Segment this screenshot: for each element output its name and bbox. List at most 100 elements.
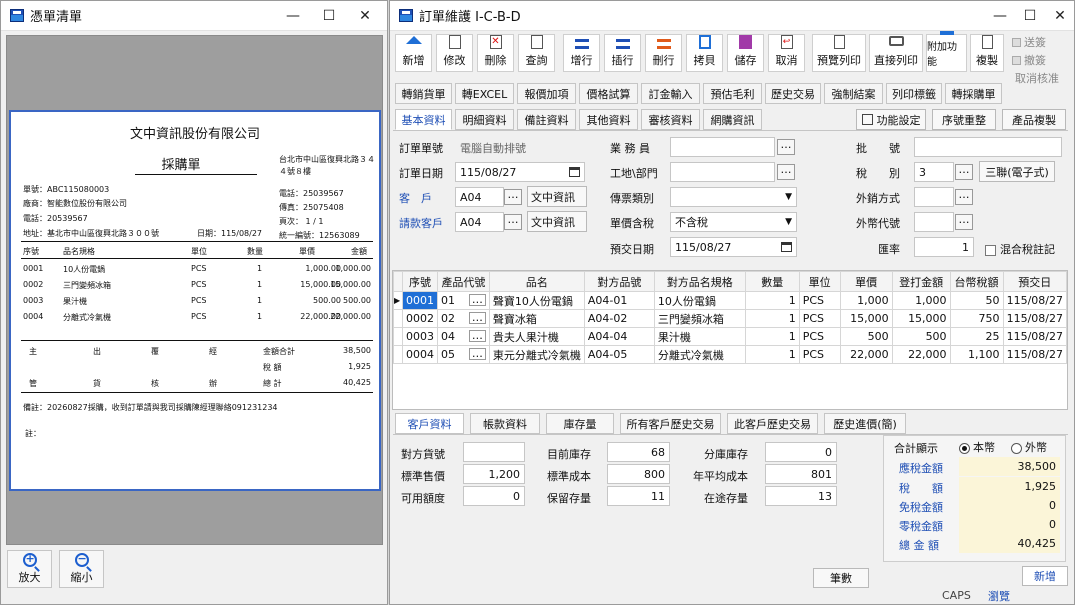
customer-code-field[interactable]: A04 xyxy=(455,187,504,207)
grid-cell[interactable]: 1,000 xyxy=(891,291,951,310)
withdraw-sign-button[interactable]: 撤簽 xyxy=(1012,52,1046,68)
grid-cell[interactable]: 22,000 xyxy=(839,345,893,364)
grid-cell[interactable]: 04… xyxy=(436,327,490,346)
grid-cell[interactable]: 1,100 xyxy=(949,345,1004,364)
minimize-button[interactable]: — xyxy=(275,1,311,31)
grid-cell[interactable]: PCS xyxy=(798,291,841,310)
zoom-in-button[interactable]: + 放大 xyxy=(7,550,52,588)
grid-cell[interactable]: PCS xyxy=(798,345,841,364)
grid-header[interactable]: 台幣稅額 xyxy=(949,271,1004,292)
grid-cell[interactable]: A04-01 xyxy=(583,291,655,310)
mode-new-button[interactable]: 新增 xyxy=(1022,566,1068,586)
site-field[interactable] xyxy=(670,162,775,182)
duplicate-button[interactable]: 複製 xyxy=(970,34,1004,72)
close-button[interactable]: ✕ xyxy=(1042,1,1075,31)
grid-cell[interactable]: 25 xyxy=(949,327,1004,346)
tax-type-lookup-button[interactable]: … xyxy=(955,164,973,180)
sales-lookup-button[interactable]: … xyxy=(777,139,795,155)
grid-cell[interactable]: 115/08/27 xyxy=(1002,291,1068,310)
foreign-currency-radio[interactable]: 外幣 xyxy=(1011,439,1047,455)
maximize-button[interactable]: ☐ xyxy=(311,1,347,31)
func-tab[interactable]: 歷史交易 xyxy=(765,83,821,104)
grid-header[interactable]: 對方品名規格 xyxy=(653,271,746,292)
bill-customer-name-field[interactable]: 文中資訊 xyxy=(527,211,587,232)
zoom-out-button[interactable]: − 縮小 xyxy=(59,550,104,588)
export-lookup-button[interactable]: … xyxy=(955,189,973,205)
grid-cell[interactable]: 1 xyxy=(744,345,800,364)
func-tab[interactable]: 轉銷貨單 xyxy=(395,83,452,104)
grid-cell[interactable]: 0003 xyxy=(401,327,438,346)
func-tab[interactable]: 預估毛利 xyxy=(703,83,762,104)
function-settings-button[interactable]: 功能設定 xyxy=(856,109,926,130)
export-field[interactable] xyxy=(914,187,954,207)
table-row[interactable]: 0003 04 … 貴夫人果汁機 A04-04 果汁機 1 PCS 500 500… xyxy=(393,327,1068,346)
price-tax-select[interactable]: 不含稅 ▼ xyxy=(670,212,797,232)
grid-cell[interactable]: 500 xyxy=(839,327,893,346)
rate-field[interactable]: 1 xyxy=(914,237,974,257)
func-tab[interactable]: 轉EXCEL xyxy=(455,83,514,104)
grid-cell[interactable]: A04-05 xyxy=(583,345,655,364)
grid-cell[interactable]: 三門變頻冰箱 xyxy=(653,309,746,328)
product-lookup-button[interactable]: … xyxy=(468,294,486,306)
tab-other[interactable]: 其他資料 xyxy=(579,109,638,130)
tab-customer-data[interactable]: 客戶資料 xyxy=(395,413,464,434)
bill-customer-lookup-button[interactable]: … xyxy=(504,214,522,230)
currency-lookup-button[interactable]: … xyxy=(955,214,973,230)
grid-cell[interactable]: A04-02 xyxy=(583,309,655,328)
bill-customer-code-field[interactable]: A04 xyxy=(455,212,504,232)
product-lookup-button[interactable]: … xyxy=(468,348,486,360)
order-detail-grid[interactable]: 序號 產品代號 品名 對方品號 對方品名規格 數量 單位 單價 登打金額 台幣稅… xyxy=(392,270,1068,410)
insert-row-button[interactable]: 插行 xyxy=(604,34,641,72)
batch-field[interactable] xyxy=(914,137,1062,157)
tab-detail[interactable]: 明細資料 xyxy=(455,109,514,130)
grid-cell[interactable]: 15,000 xyxy=(839,309,893,328)
print-preview-button[interactable]: 預覽列印 xyxy=(812,34,866,72)
grid-cell[interactable]: 50 xyxy=(949,291,1004,310)
calendar-icon[interactable] xyxy=(569,167,580,177)
grid-cell[interactable]: 1,000 xyxy=(839,291,893,310)
tax-type-code-field[interactable]: 3 xyxy=(914,162,954,182)
grid-cell[interactable]: A04-04 xyxy=(583,327,655,346)
direct-print-button[interactable]: 直接列印 xyxy=(869,34,923,72)
table-row[interactable]: 0002 02 … 聲寶冰箱 A04-02 三門變頻冰箱 1 PCS 15,000… xyxy=(393,309,1068,328)
grid-header[interactable]: 品名 xyxy=(488,271,585,292)
grid-cell[interactable]: 10人份電鍋 xyxy=(653,291,746,310)
local-currency-radio[interactable]: 本幣 xyxy=(959,439,995,455)
delete-button[interactable]: ✕ 刪除 xyxy=(477,34,514,72)
product-copy-button[interactable]: 產品複製 xyxy=(1002,109,1066,130)
grid-cell[interactable]: 果汁機 xyxy=(653,327,746,346)
grid-header[interactable]: 序號 xyxy=(401,271,438,292)
delete-row-button[interactable]: 刪行 xyxy=(645,34,682,72)
sales-field[interactable] xyxy=(670,137,775,157)
grid-cell[interactable]: 0002 xyxy=(401,309,438,328)
customer-name-field[interactable]: 文中資訊 xyxy=(527,186,587,207)
grid-cell[interactable]: 1 xyxy=(744,291,800,310)
tab-this-customer-history[interactable]: 此客戶歷史交易 xyxy=(727,413,818,434)
func-tab[interactable]: 報價加項 xyxy=(517,83,576,104)
grid-header[interactable]: 產品代號 xyxy=(436,271,490,292)
calendar-icon[interactable] xyxy=(781,242,792,252)
cancel-approval-button[interactable]: 取消核准 xyxy=(1015,70,1059,86)
order-date-field[interactable]: 115/08/27 xyxy=(455,162,585,182)
product-lookup-button[interactable]: … xyxy=(468,312,486,324)
grid-cell[interactable]: PCS xyxy=(798,309,841,328)
grid-header[interactable]: 對方品號 xyxy=(583,271,655,292)
mixed-tax-checkbox[interactable]: 混合稅註記 xyxy=(985,241,1055,257)
save-button[interactable]: 儲存 xyxy=(727,34,764,72)
tab-purchase-price-history[interactable]: 歷史進價(簡) xyxy=(824,413,906,434)
grid-cell[interactable]: 115/08/27 xyxy=(1002,345,1068,364)
cancel-button[interactable]: ↩ 取消 xyxy=(768,34,805,72)
grid-cell[interactable]: 分離式冷氣機 xyxy=(653,345,746,364)
tab-remark[interactable]: 備註資料 xyxy=(517,109,576,130)
preview-area[interactable]: 文中資訊股份有限公司 採購單 台北市中山區復興北路３４４號８樓 電話：25039… xyxy=(6,35,383,545)
grid-cell[interactable]: 0004 xyxy=(401,345,438,364)
grid-cell[interactable]: 02… xyxy=(436,309,490,328)
currency-field[interactable] xyxy=(914,212,954,232)
delivery-date-field[interactable]: 115/08/27 xyxy=(670,237,797,257)
grid-cell[interactable]: 15,000 xyxy=(891,309,951,328)
reorder-serial-button[interactable]: 序號重整 xyxy=(932,109,996,130)
grid-cell[interactable]: 22,000 xyxy=(891,345,951,364)
grid-cell[interactable]: 1 xyxy=(744,327,800,346)
grid-cell[interactable]: 貴夫人果汁機 xyxy=(488,327,585,346)
grid-cell[interactable]: 0001 xyxy=(401,291,438,310)
